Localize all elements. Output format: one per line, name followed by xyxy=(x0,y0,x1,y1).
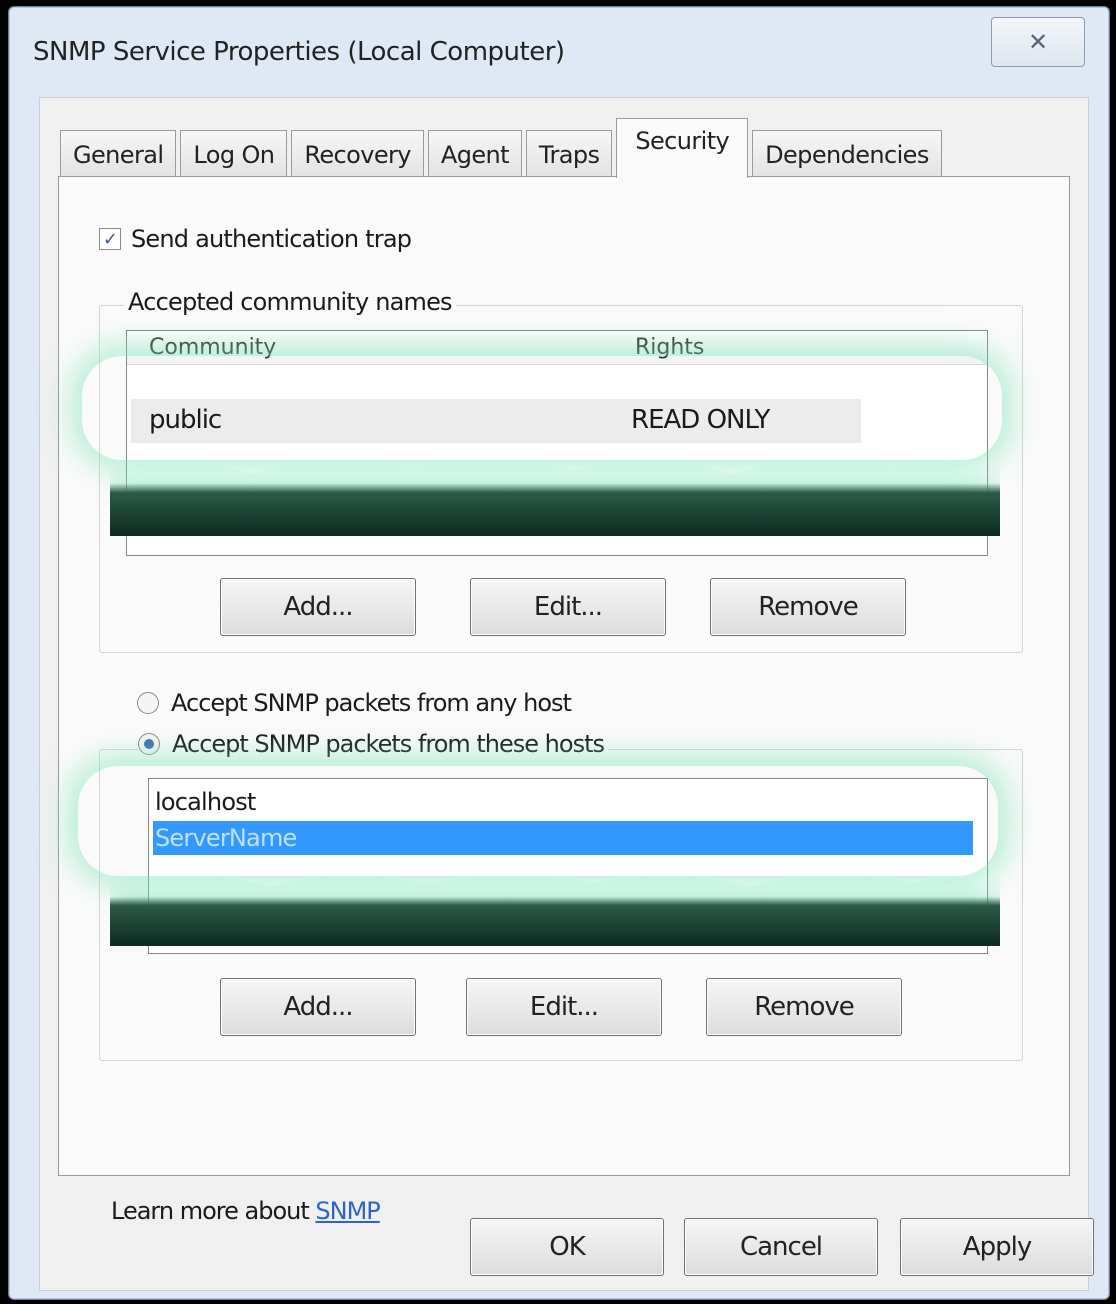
window-title: SNMP Service Properties (Local Computer) xyxy=(33,37,565,67)
tab-traps[interactable]: Traps xyxy=(525,130,613,178)
snmp-help-link[interactable]: SNMP xyxy=(315,1197,380,1225)
host-edit-button[interactable]: Edit... xyxy=(466,978,662,1036)
tab-strip: General Log On Recovery Agent Traps Secu… xyxy=(60,118,946,178)
accepted-hosts-group: Accept SNMP packets from these hosts loc… xyxy=(99,730,1023,1061)
column-header-rights[interactable]: Rights xyxy=(635,335,704,360)
close-icon: ✕ xyxy=(1027,28,1049,56)
host-item-servername[interactable]: ServerName xyxy=(153,821,973,855)
accept-these-hosts-label: Accept SNMP packets from these hosts xyxy=(172,730,605,758)
tab-log-on[interactable]: Log On xyxy=(180,130,288,178)
community-rights-cell: READ ONLY xyxy=(631,405,770,435)
send-auth-trap-checkbox[interactable]: ✓ xyxy=(99,228,121,250)
tab-security[interactable]: Security xyxy=(616,118,749,178)
close-button[interactable]: ✕ xyxy=(991,17,1085,67)
tab-general[interactable]: General xyxy=(60,130,177,178)
host-add-button[interactable]: Add... xyxy=(220,978,416,1036)
accepted-hosts-list[interactable]: localhost ServerName xyxy=(148,778,988,954)
snmp-properties-dialog: SNMP Service Properties (Local Computer)… xyxy=(8,6,1110,1300)
community-name-cell: public xyxy=(149,405,222,435)
checkmark-icon: ✓ xyxy=(102,228,118,250)
title-bar[interactable]: SNMP Service Properties (Local Computer)… xyxy=(9,7,1109,85)
tab-agent[interactable]: Agent xyxy=(427,130,522,178)
community-list-header: Community Rights xyxy=(127,331,987,365)
column-header-community[interactable]: Community xyxy=(149,335,276,360)
community-row[interactable]: public READ ONLY xyxy=(131,399,861,443)
host-remove-button[interactable]: Remove xyxy=(706,978,902,1036)
accept-any-host-radio[interactable] xyxy=(137,692,159,714)
cancel-button[interactable]: Cancel xyxy=(684,1218,878,1276)
host-item-localhost[interactable]: localhost xyxy=(153,785,973,819)
accept-these-hosts-option[interactable]: Accept SNMP packets from these hosts xyxy=(138,730,608,758)
learn-more-text: Learn more about SNMP xyxy=(111,1197,381,1225)
accept-these-hosts-radio[interactable] xyxy=(138,733,160,755)
community-names-group-label: Accepted community names xyxy=(124,288,456,316)
send-auth-trap-row[interactable]: ✓ Send authentication trap xyxy=(99,225,412,253)
community-edit-button[interactable]: Edit... xyxy=(470,578,666,636)
community-names-list[interactable]: Community Rights public READ ONLY xyxy=(126,330,988,556)
accept-any-host-label: Accept SNMP packets from any host xyxy=(171,689,572,717)
tab-recovery[interactable]: Recovery xyxy=(291,130,424,178)
dialog-client-area: General Log On Recovery Agent Traps Secu… xyxy=(39,97,1094,1291)
ok-button[interactable]: OK xyxy=(470,1218,664,1276)
community-remove-button[interactable]: Remove xyxy=(710,578,906,636)
tab-dependencies[interactable]: Dependencies xyxy=(752,130,942,178)
apply-button[interactable]: Apply xyxy=(900,1218,1094,1276)
security-tab-panel: ✓ Send authentication trap Accepted comm… xyxy=(58,176,1070,1225)
accept-any-host-option[interactable]: Accept SNMP packets from any host xyxy=(137,689,572,717)
community-add-button[interactable]: Add... xyxy=(220,578,416,636)
send-auth-trap-label: Send authentication trap xyxy=(131,225,412,253)
learn-more-prefix: Learn more about xyxy=(111,1197,316,1225)
community-names-group: Accepted community names Community Right… xyxy=(99,288,1023,653)
